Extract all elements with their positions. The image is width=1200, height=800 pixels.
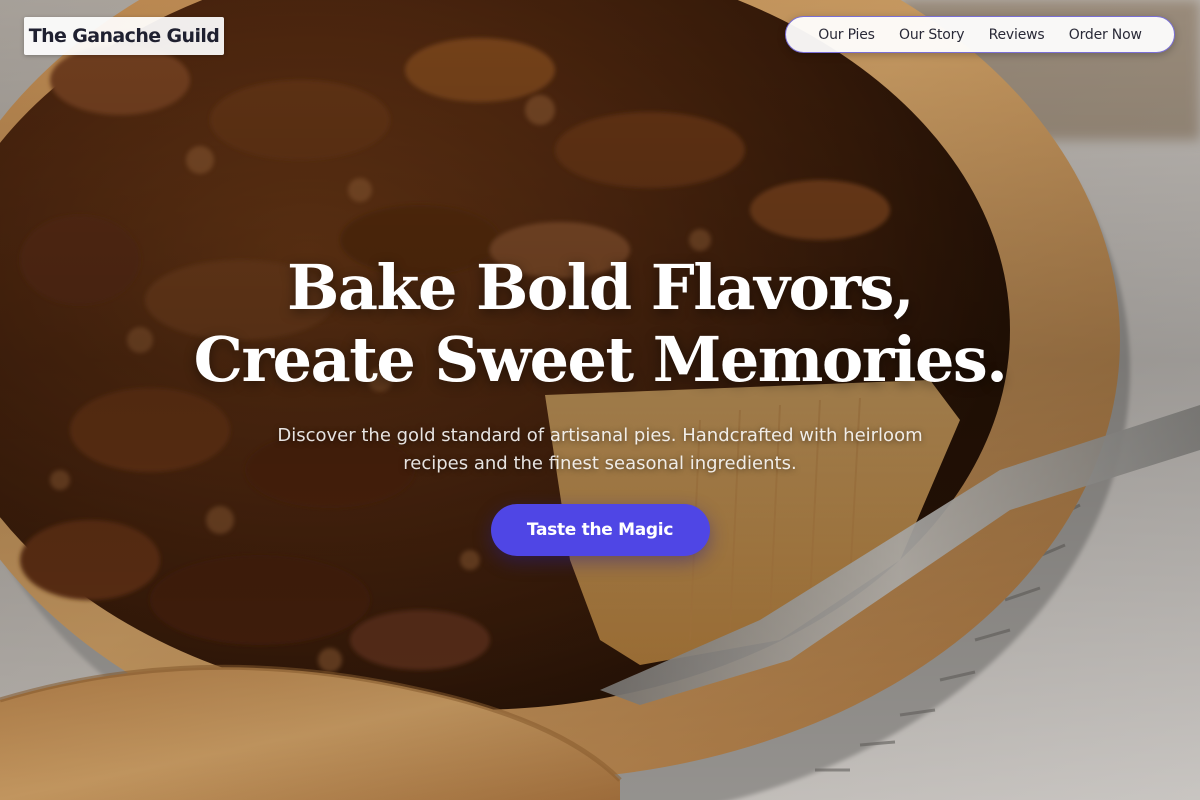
- hero-subtext: Discover the gold standard of artisanal …: [277, 425, 923, 474]
- nav-link-our-story[interactable]: Our Story: [899, 27, 964, 43]
- nav-link-our-pies[interactable]: Our Pies: [818, 27, 875, 43]
- hero-headline-line-2: Create Sweet Memories.: [193, 323, 1008, 396]
- nav-link-order-now[interactable]: Order Now: [1069, 27, 1142, 43]
- main-nav: Our Pies Our Story Reviews Order Now: [785, 16, 1175, 53]
- hero-section: Bake Bold Flavors, Create Sweet Memories…: [0, 252, 1200, 556]
- nav-link-reviews[interactable]: Reviews: [989, 27, 1045, 43]
- hero-headline: Bake Bold Flavors, Create Sweet Memories…: [0, 252, 1200, 396]
- taste-the-magic-button[interactable]: Taste the Magic: [490, 504, 710, 556]
- hero-headline-line-1: Bake Bold Flavors,: [286, 251, 915, 324]
- brand-logo[interactable]: The Ganache Guild: [24, 17, 224, 55]
